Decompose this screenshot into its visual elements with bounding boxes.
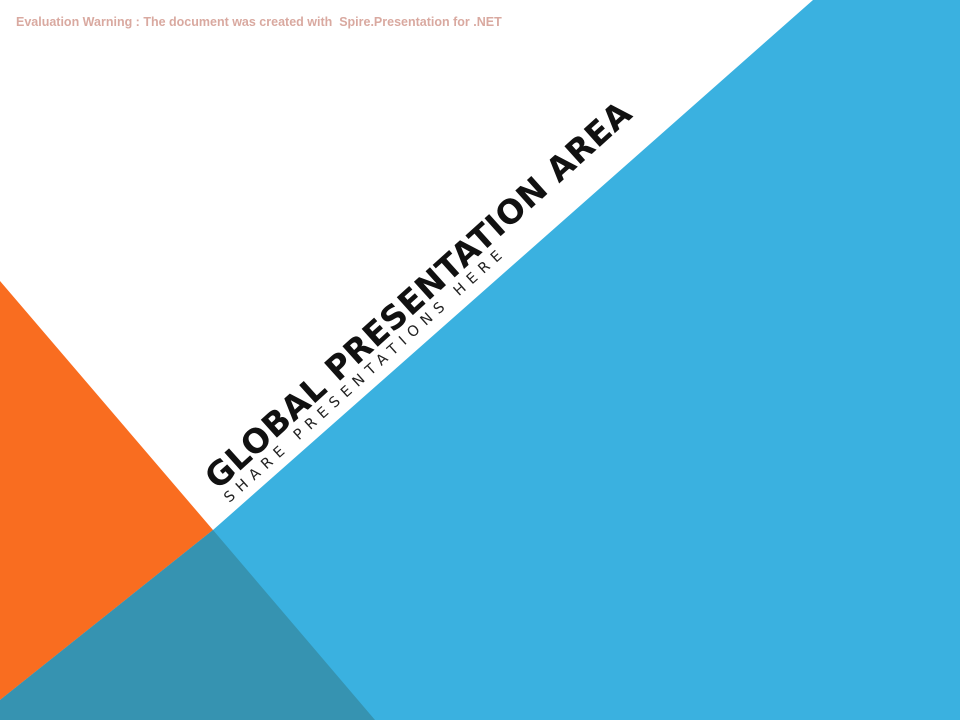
slide: Evaluation Warning : The document was cr… <box>0 0 960 720</box>
evaluation-warning-text: Evaluation Warning : The document was cr… <box>16 15 502 29</box>
background-shapes <box>0 0 960 720</box>
